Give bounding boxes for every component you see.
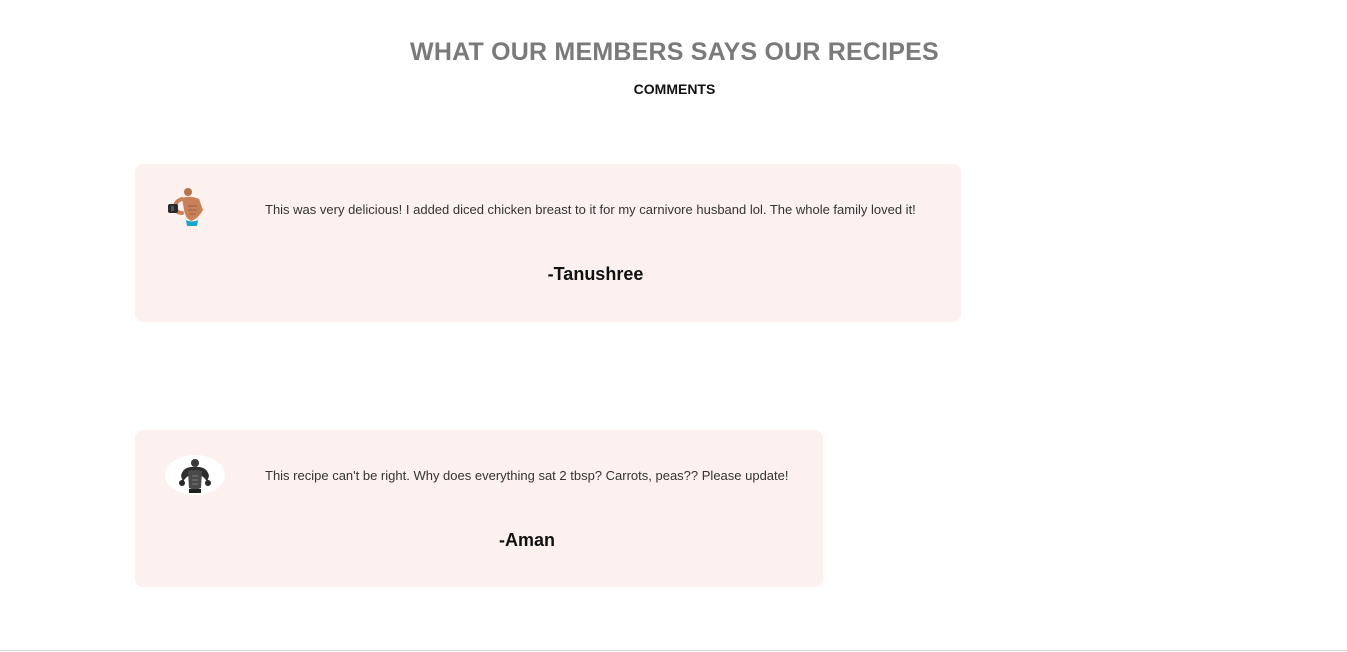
comment-author: -Tanushree	[547, 264, 644, 284]
section-subtitle: COMMENTS	[633, 81, 716, 97]
comment-author: -Aman	[498, 530, 555, 550]
bodybuilder-dumbbell-icon	[168, 188, 203, 226]
comments-page: WHAT OUR MEMBERS SAYS OUR RECIPES COMMEN…	[0, 0, 1347, 652]
avatar	[165, 454, 225, 496]
bodybuilder-bw-icon	[165, 455, 225, 495]
section-title: WHAT OUR MEMBERS SAYS OUR RECIPES	[410, 38, 939, 66]
bottom-divider	[0, 650, 1347, 651]
avatar	[165, 186, 225, 228]
comment-text: This recipe can't be right. Why does eve…	[265, 468, 789, 483]
comment-card: This was very delicious! I added diced c…	[135, 164, 961, 322]
comment-card: This recipe can't be right. Why does eve…	[135, 430, 823, 587]
comment-text: This was very delicious! I added diced c…	[265, 202, 916, 217]
